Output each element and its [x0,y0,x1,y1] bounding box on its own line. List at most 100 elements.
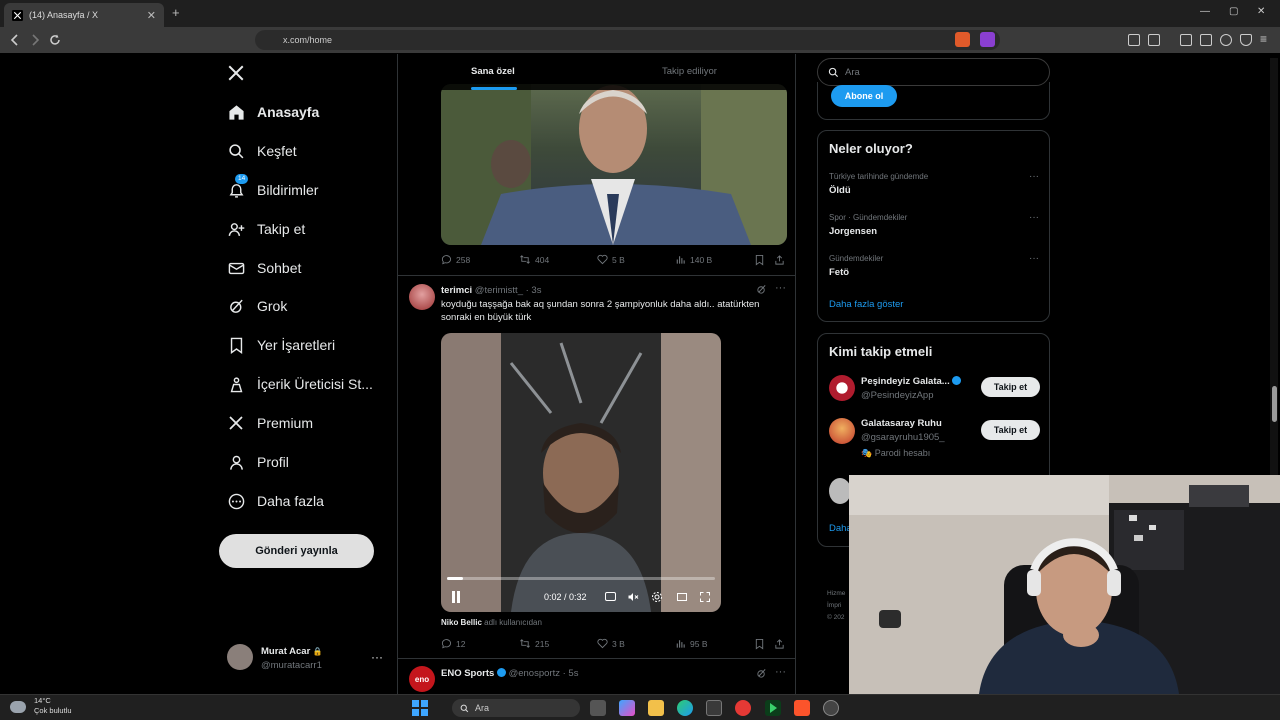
url-input[interactable]: x.com/home [255,30,1000,50]
scrollbar-thumb[interactable] [1272,386,1277,422]
avatar[interactable] [829,418,855,444]
suggestion-name[interactable]: Galatasaray Ruhu [861,418,942,429]
back-icon[interactable] [8,33,22,47]
like-button[interactable]: 3 B [597,638,625,649]
task-view-icon[interactable] [590,700,606,716]
maximize-icon[interactable]: ▢ [1229,6,1238,17]
x-logo-icon[interactable] [227,64,245,82]
trend-item[interactable]: Fetö [829,267,849,278]
pip-icon[interactable] [676,591,688,603]
grok-icon[interactable] [756,284,767,295]
reload-icon[interactable] [48,33,62,47]
verified-icon [496,668,506,677]
taskbar-search[interactable]: Ara [452,699,580,717]
app-icon[interactable] [823,700,839,716]
tab-close-icon[interactable]: ✕ [147,9,156,22]
suggestion-handle[interactable]: @gsarayruhu1905_ [861,432,945,443]
more-icon[interactable]: ··· [775,282,786,294]
browser-tab[interactable]: (14) Anasayfa / X ✕ [4,3,164,27]
brave-icon[interactable] [794,700,810,716]
leo-ai-icon[interactable] [1220,34,1232,46]
nav-item-more[interactable]: Daha fazla [227,489,324,513]
suggestion-handle[interactable]: @PesindeyizApp [861,390,934,401]
bookmark-icon[interactable] [754,638,765,650]
trend-item[interactable]: Jorgensen [829,226,877,237]
vpn-icon[interactable] [1240,34,1252,46]
window-close-icon[interactable]: ✕ [1257,6,1265,17]
avatar[interactable] [409,284,435,310]
nav-item-profile[interactable]: Profil [227,450,289,474]
share-icon[interactable] [774,638,785,650]
views-button[interactable]: 95 B [675,638,708,649]
sidebar-toggle-icon[interactable] [1180,34,1192,46]
follow-button[interactable]: Takip et [981,420,1040,440]
edge-icon[interactable] [677,700,693,716]
nav-item-premium[interactable]: Premium [227,411,313,435]
more-icon[interactable]: ··· [1029,171,1039,182]
share-icon[interactable] [774,254,785,266]
avatar[interactable]: eno [409,666,435,692]
grok-icon[interactable] [756,668,767,679]
avatar[interactable] [829,375,855,401]
youtube-music-icon[interactable] [735,700,751,716]
nav-item-bookmarks[interactable]: Yer İşaretleri [227,333,335,357]
mute-icon[interactable] [627,591,639,603]
nav-item-chat[interactable]: Sohbet [227,256,301,280]
tab-for-you[interactable]: Sana özel [471,66,515,77]
store-icon[interactable] [706,700,722,716]
more-icon[interactable]: ··· [1029,212,1039,223]
copilot-icon[interactable] [619,700,635,716]
minimize-icon[interactable]: — [1200,6,1210,17]
windows-start-icon[interactable] [412,700,428,716]
like-button[interactable]: 5 B [597,254,625,265]
tweet-time[interactable]: · 3s [526,285,542,296]
suggestion-name[interactable]: Peşindeyiz Galata... [861,376,962,387]
forward-icon[interactable] [28,33,42,47]
retweet-button[interactable]: 215 [519,638,549,649]
settings-icon[interactable] [651,591,663,603]
bookmark-icon[interactable] [754,254,765,266]
captions-icon[interactable] [605,592,616,601]
post-button[interactable]: Gönderi yayınla [219,534,374,568]
video-progress-track[interactable] [447,577,715,580]
tweet-time[interactable]: · 5s [563,668,579,679]
nav-item-grok[interactable]: Grok [227,294,287,318]
nav-item-explore[interactable]: Keşfet [227,139,297,163]
file-explorer-icon[interactable] [648,700,664,716]
views-button[interactable]: 140 B [675,254,712,265]
tweet-author-name[interactable]: terimci [441,285,472,296]
account-switcher[interactable]: Murat Acar 🔒 @muratacarr1 ··· [225,640,385,676]
media-player-icon[interactable] [765,700,781,716]
nav-item-home[interactable]: Anasayfa [227,100,319,124]
pause-icon[interactable] [451,591,461,603]
reply-button[interactable]: 12 [441,638,465,649]
wallet-icon[interactable] [1200,34,1212,46]
extensions-icon[interactable] [1128,34,1140,46]
more-icon[interactable]: ··· [775,666,786,678]
tweet-author-handle[interactable]: @terimistt_ [475,285,523,296]
tweet-photo[interactable] [441,84,787,245]
tab-following[interactable]: Takip ediliyor [662,66,717,77]
follow-button[interactable]: Takip et [981,377,1040,397]
brave-rewards-icon[interactable] [980,32,995,47]
tweet-author-handle[interactable]: @enosportz [509,668,560,679]
new-tab-button[interactable]: + [172,5,180,20]
reply-button[interactable]: 258 [441,254,470,265]
tweet-author-name[interactable]: ENO Sports [441,668,494,679]
subscribe-button[interactable]: Abone ol [831,85,897,107]
retweet-button[interactable]: 404 [519,254,549,265]
video-player[interactable]: 0:02 / 0:32 [441,333,721,612]
screenshot-icon[interactable] [1148,34,1160,46]
more-icon[interactable]: ··· [371,650,383,664]
fullscreen-icon[interactable] [699,591,711,603]
nav-item-notifications[interactable]: 14 Bildirimler [227,174,318,202]
brave-shield-icon[interactable] [955,32,970,47]
nav-item-follow[interactable]: Takip et [227,217,305,241]
more-icon[interactable]: ··· [1029,253,1039,264]
trend-item[interactable]: Öldü [829,185,851,196]
nav-item-creator-studio[interactable]: İçerik Üreticisi St... [227,372,373,396]
weather-widget[interactable]: 14°C Çok bulutlu [34,696,72,716]
show-more-link[interactable]: Daha fazla göster [829,299,903,310]
menu-icon[interactable]: ≡ [1260,32,1272,46]
avatar[interactable] [829,478,851,504]
